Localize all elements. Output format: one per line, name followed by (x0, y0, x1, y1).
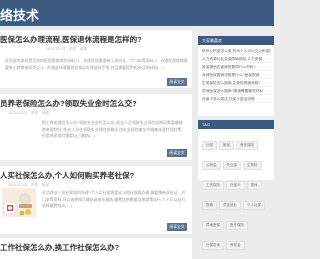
read-more-button[interactable]: 阅读全文 (167, 223, 187, 231)
read-more-button[interactable]: 阅读全文 (167, 78, 187, 86)
tag-link[interactable]: 退休 (246, 181, 262, 190)
article-title[interactable]: 人买社保怎么办,个人如何购买养老社保? (0, 170, 134, 181)
tag-link[interactable]: 养老金 (226, 241, 245, 250)
article-excerpt: 职工养老保险怎么办?领取失业金时怎么交?失业人员领取失业保险金期间需要缴纳养老保… (42, 120, 183, 138)
article-title[interactable]: 员养老保险怎么办?领取失业金时怎么交? (0, 98, 137, 109)
tag-cloud: 社保 医保 养老保险公积金 失业金 生育险工伤保险 社保卡 退休报销 灵活就业 个人社保异地医保… (198, 129, 274, 253)
tag-link[interactable]: 公积金 (202, 161, 221, 170)
popular-item[interactable]: 生育保险怎么报销,生育险报销流程? (202, 79, 271, 87)
tag-link[interactable]: 报销 (202, 201, 217, 210)
tag-link[interactable]: 生育险 (243, 161, 262, 170)
site-title[interactable]: 络技术 (0, 5, 39, 24)
popular-list: 杭州公积金怎么查,杭州个人可以交公积金吗 人力资源与社会保障局网站,人力资源 医… (198, 45, 274, 103)
popular-item[interactable]: 人力资源与社会保障局网站,人力资源 (202, 55, 271, 63)
popular-item[interactable]: 深圳医保报销流程是什么?医保报销 (202, 71, 271, 79)
tag-link[interactable]: 医疗保险 (226, 221, 248, 230)
tag-link[interactable]: 医保 (219, 141, 234, 150)
tag-link[interactable]: 个人社保 (243, 201, 265, 210)
sidebar-popular: 大家最喜欢 杭州公积金怎么查,杭州个人可以交公积金吗 人力资源与社会保障局网站,… (198, 36, 274, 116)
insurance-illustration-icon (2, 188, 36, 217)
read-more-button[interactable]: 阅读全文 (167, 149, 187, 157)
article-title[interactable]: 工作社保怎么办,换工作社保怎么办? (0, 242, 119, 253)
tag-link[interactable]: 社保 (202, 141, 217, 150)
tag-link[interactable]: 社保卡 (226, 181, 245, 190)
sidebar-tags: TAG 社保 医保 养老保险公积金 失业金 生育险工伤保险 社保卡 退休报销 灵活就业 个人社保… (198, 120, 274, 250)
article-thumbnail[interactable] (2, 188, 36, 217)
sidebar-popular-title: 大家最喜欢 (198, 36, 274, 45)
article-excerpt: 医保退休流程是怎样的医保需要哪些材料?1、办理医保需要带上身份证、户口本等资料;… (5, 58, 188, 70)
popular-item[interactable]: 杭州公积金怎么查,杭州个人可以交公积金吗 (202, 47, 271, 55)
popular-item[interactable]: 社保卡怎么激活,社保卡激活流程 (202, 95, 271, 103)
tag-link[interactable]: 异地医保 (202, 221, 224, 230)
article-card-2: 员养老保险怎么办?领取失业金时怎么交? 2023-01-03 · 浏览 · 阅读… (0, 94, 192, 160)
sidebar-tags-title: TAG (198, 120, 274, 129)
article-excerpt: 灵活就业人员社保如何办理?个人买社保需要去当地社保局办理,需要携带身份证、户口本… (42, 190, 186, 208)
article-card-1: 医保怎么办理流程,医保退休流程是怎样的? 2023-01-03 · 浏览 · 阅… (0, 30, 192, 88)
article-meta: 2023-01-03 · 浏览 · 阅读 (8, 111, 50, 115)
popular-item[interactable]: 异地医保怎么报销?报销需要哪些材料 (202, 87, 271, 95)
tag-link[interactable]: 工伤保险 (202, 181, 224, 190)
popular-item[interactable]: 医保报销去省医院要带什么材料? (202, 63, 271, 71)
article-title[interactable]: 医保怎么办理流程,医保退休流程是怎样的? (0, 34, 142, 45)
article-card-3: 人买社保怎么办,个人如何购买养老社保? 2023-01-03 · 浏览 · 阅读… (0, 166, 192, 234)
top-header-bar: 络技术 (0, 0, 274, 26)
article-card-4: 工作社保怎么办,换工作社保怎么办? (0, 238, 192, 259)
tag-link[interactable]: 养老保险 (236, 141, 258, 150)
tag-link[interactable]: 灵活就业 (219, 201, 241, 210)
article-meta: 2023-01-03 · 浏览 · 阅读 (46, 47, 88, 51)
tag-link[interactable]: 社保查询 (202, 241, 224, 250)
tag-link[interactable]: 失业金 (222, 161, 241, 170)
